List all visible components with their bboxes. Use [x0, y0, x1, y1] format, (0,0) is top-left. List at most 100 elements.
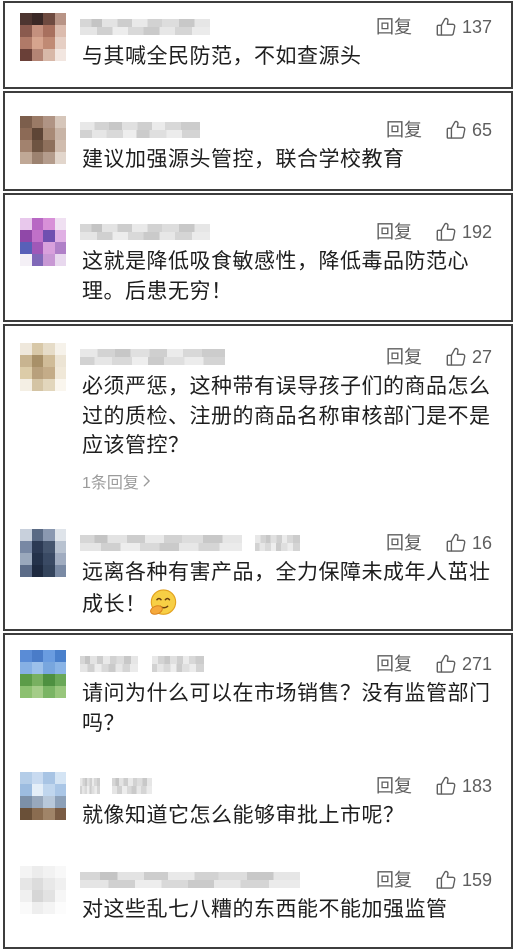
avatar[interactable] [20, 218, 66, 266]
username-blurred[interactable] [80, 535, 242, 551]
like-button[interactable]: 271 [435, 652, 492, 676]
like-button[interactable]: 16 [445, 531, 492, 555]
reply-button[interactable]: 回复 [376, 652, 412, 676]
thumbs-up-icon[interactable] [445, 532, 467, 554]
avatar-pixel [20, 152, 32, 164]
avatar-pixel [20, 367, 32, 379]
avatar-pixel [20, 784, 32, 796]
like-button[interactable]: 27 [445, 345, 492, 369]
like-count: 159 [461, 870, 492, 890]
avatar-pixel [31, 128, 43, 140]
username-blurred[interactable] [80, 872, 300, 888]
like-button[interactable]: 192 [435, 220, 492, 244]
avatar-pixel [43, 343, 55, 355]
comment-actions: 回复 183 [376, 774, 492, 798]
like-button[interactable]: 137 [435, 15, 492, 39]
thumbs-up-icon[interactable] [435, 869, 457, 891]
username-blurred[interactable] [112, 778, 152, 794]
username-blurred[interactable] [80, 656, 138, 672]
avatar-pixel [31, 808, 43, 820]
avatar[interactable] [20, 343, 66, 391]
avatar-pixel [43, 116, 55, 128]
avatar[interactable] [20, 13, 66, 61]
avatar[interactable] [20, 650, 66, 698]
username-blurred[interactable] [255, 535, 300, 551]
comment-text-segment: 成长！ [82, 592, 147, 616]
avatar-pixel [54, 379, 66, 391]
like-count: 27 [471, 347, 492, 367]
avatar-pixel [31, 866, 43, 878]
avatar-pixel [43, 686, 55, 698]
avatar[interactable] [20, 866, 66, 914]
reply-button[interactable]: 回复 [386, 345, 422, 369]
avatar[interactable] [20, 772, 66, 820]
avatar-pixel [54, 128, 66, 140]
reply-button[interactable]: 回复 [376, 220, 412, 244]
avatar-pixel [54, 529, 66, 541]
avatar-pixel [20, 343, 32, 355]
reply-button[interactable]: 回复 [376, 774, 412, 798]
avatar-pixel [43, 565, 55, 577]
avatar-pixel [54, 242, 66, 254]
like-count: 271 [461, 654, 492, 674]
reply-button[interactable]: 回复 [376, 868, 412, 892]
like-button[interactable]: 159 [435, 868, 492, 892]
avatar-pixel [31, 878, 43, 890]
avatar-pixel [54, 343, 66, 355]
avatar[interactable] [20, 116, 66, 164]
comment-text: 这就是降低吸食敏感性，降低毒品防范心 理。后患无穷！ [82, 247, 469, 306]
comment-text-line: 请问为什么可以在市场销售？没有监管部门 [82, 682, 491, 705]
reply-button[interactable]: 回复 [376, 15, 412, 39]
username-blurred[interactable] [80, 224, 210, 240]
thumbs-up-icon[interactable] [435, 653, 457, 675]
reply-button[interactable]: 回复 [386, 531, 422, 555]
avatar-pixel [43, 254, 55, 266]
avatar[interactable] [20, 529, 66, 577]
comment-text-line: 与其喊全民防范，不如查源头 [82, 45, 362, 68]
username-blurred[interactable] [80, 19, 210, 35]
avatar-pixel [43, 890, 55, 902]
thumbs-up-icon[interactable] [445, 346, 467, 368]
avatar-pixel [20, 796, 32, 808]
avatar-pixel [31, 218, 43, 230]
avatar-pixel [54, 218, 66, 230]
thumbs-up-icon[interactable] [445, 119, 467, 141]
avatar-pixel [43, 529, 55, 541]
comment-text: 对这些乱七八糟的东西能不能加强监管 [82, 895, 448, 925]
avatar-pixel [54, 796, 66, 808]
comment-text-line: 建议加强源头管控，联合学校教育 [82, 148, 405, 171]
view-replies-label[interactable]: 1条回复 [82, 469, 139, 493]
avatar-pixel [31, 890, 43, 902]
like-button[interactable]: 183 [435, 774, 492, 798]
username-blurred[interactable] [80, 122, 200, 138]
avatar-pixel [20, 37, 32, 49]
avatar-pixel [54, 674, 66, 686]
like-count: 65 [471, 120, 492, 140]
avatar-pixel [20, 902, 32, 914]
comment-card: 回复 271 请问为什么可以在市场销售？没有监管部门 吗？ 回复 183 就像知… [3, 633, 513, 949]
username-blurred[interactable] [152, 656, 204, 672]
avatar-pixel [54, 565, 66, 577]
thumbs-up-icon[interactable] [435, 775, 457, 797]
comment-text-line: 对这些乱七八糟的东西能不能加强监管 [82, 898, 448, 921]
username-blurred[interactable] [80, 349, 225, 365]
avatar-pixel [43, 662, 55, 674]
like-count: 137 [461, 17, 492, 37]
thumbs-up-icon[interactable] [435, 16, 457, 38]
reply-button[interactable]: 回复 [386, 118, 422, 142]
avatar-pixel [20, 890, 32, 902]
thumbs-up-icon[interactable] [435, 221, 457, 243]
avatar-pixel [20, 541, 32, 553]
view-replies-link[interactable]: 1条回复 [82, 469, 151, 493]
username-blurred[interactable] [80, 778, 100, 794]
avatar-pixel [54, 902, 66, 914]
like-button[interactable]: 65 [445, 118, 492, 142]
chevron-right-icon[interactable] [142, 474, 151, 488]
avatar-pixel [20, 13, 32, 25]
comment-text: 必须严惩，这种带有误导孩子们的商品怎么 过的质检、注册的商品名称审核部门是不是 … [82, 372, 491, 461]
avatar-pixel [43, 541, 55, 553]
avatar-pixel [43, 772, 55, 784]
comment-actions: 回复 271 [376, 652, 492, 676]
avatar-pixel [20, 116, 32, 128]
avatar-pixel [31, 553, 43, 565]
